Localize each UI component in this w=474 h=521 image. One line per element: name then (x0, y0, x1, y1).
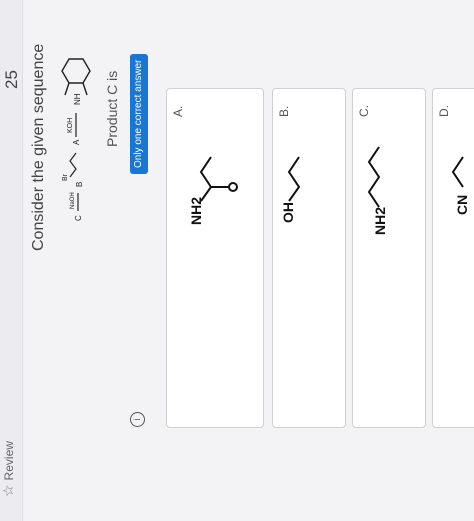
option-d[interactable]: D. CN (432, 88, 474, 428)
screen: ☆ Review 25 Consider the given sequence … (0, 0, 474, 521)
option-c-group: NH2 (372, 207, 388, 235)
option-b[interactable]: B. OH (272, 88, 346, 428)
option-b-group: OH (280, 202, 296, 223)
option-c-structure: NH2 (367, 146, 388, 235)
reagent-br: Br (62, 173, 69, 181)
option-a[interactable]: A. NH2 (166, 88, 264, 428)
option-d-structure: CN (451, 156, 470, 215)
option-letter: C. (357, 105, 371, 117)
option-c[interactable]: C. NH2 (352, 88, 426, 428)
option-letter: B. (277, 105, 291, 117)
option-a-group: NH2 (188, 197, 204, 225)
reagent-koh: KOH (67, 118, 74, 133)
label-b: B (75, 182, 84, 187)
review-button[interactable]: ☆ Review (0, 441, 17, 497)
question-header: ☆ Review 25 (0, 0, 23, 521)
reaction-scheme: NH KOH A Br B NaOH C (61, 58, 91, 221)
svg-text:NH: NH (73, 93, 82, 105)
review-label: Review (1, 441, 16, 481)
star-icon: ☆ (0, 484, 16, 497)
question-text: Consider the given sequence (30, 43, 47, 251)
product-prompt: Product C is (104, 70, 120, 147)
option-a-structure: NH2 (188, 156, 238, 225)
answer-type-badge: Only one correct answer (130, 53, 148, 174)
label-c: C (74, 215, 83, 221)
question-number: 25 (2, 70, 21, 89)
reagent-naoh: NaOH (70, 192, 76, 209)
info-icon[interactable]: i (130, 412, 145, 427)
label-a: A (72, 139, 81, 145)
quiz-page: ☆ Review 25 Consider the given sequence … (0, 0, 474, 521)
option-letter: A. (171, 105, 185, 117)
option-d-group: CN (454, 195, 470, 215)
option-letter: D. (437, 105, 451, 117)
option-b-structure: OH (280, 156, 301, 223)
